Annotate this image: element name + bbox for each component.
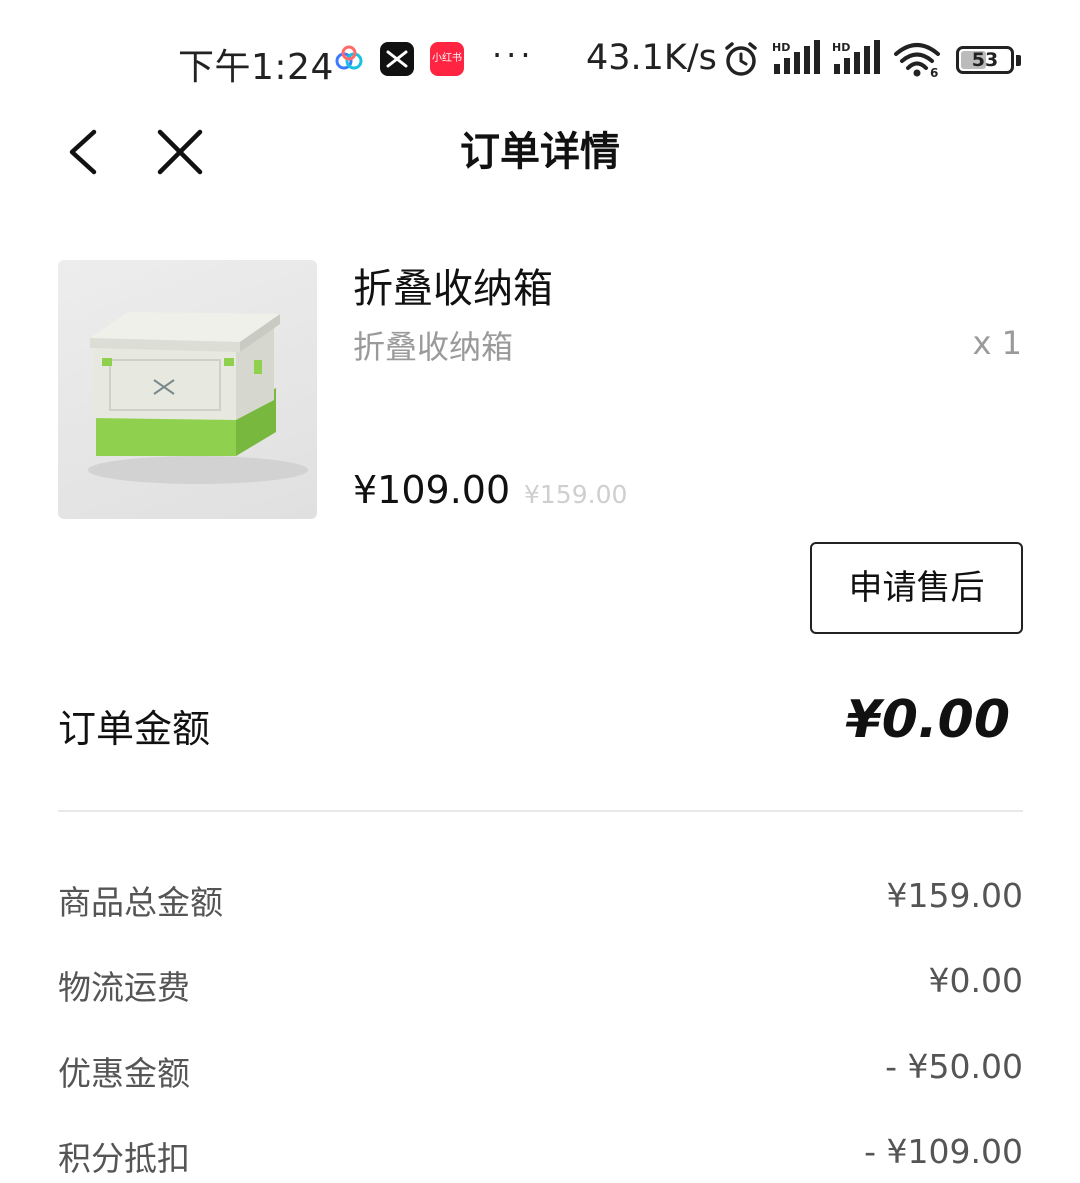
network-speed: 43.1K/s xyxy=(586,38,717,78)
x-app-icon xyxy=(380,42,414,76)
battery-level: 53 xyxy=(971,49,999,71)
product-quantity: x 1 xyxy=(972,324,1022,362)
order-detail-page: 下午1:24 小红书 ··· 43.1K/s HD HD 6 53 订单详情 折… xyxy=(0,0,1080,1183)
product-image[interactable] xyxy=(58,260,317,519)
breakdown-label: 商品总金额 xyxy=(58,883,223,922)
order-total-value: ¥0.00 xyxy=(845,690,1010,750)
breakdown-row-points: 积分抵扣 - ¥109.00 xyxy=(58,1132,1023,1180)
page-title: 订单详情 xyxy=(460,129,620,175)
alarm-icon xyxy=(722,40,760,82)
breakdown-value: - ¥109.00 xyxy=(864,1132,1023,1171)
folding-storage-box-image xyxy=(88,312,308,484)
hd-signal-icon: HD xyxy=(832,40,884,80)
more-notifications-icon: ··· xyxy=(492,36,535,74)
svg-text:HD: HD xyxy=(832,41,850,54)
breakdown-label: 优惠金额 xyxy=(58,1054,190,1093)
breakdown-row-discount: 优惠金额 - ¥50.00 xyxy=(58,1047,1023,1095)
breakdown-row-goods-total: 商品总金额 ¥159.00 xyxy=(58,876,1023,924)
hd-signal-icon: HD xyxy=(772,40,824,80)
divider xyxy=(58,810,1023,812)
breakdown-row-shipping: 物流运费 ¥0.00 xyxy=(58,961,1023,1009)
status-time: 下午1:24 xyxy=(178,47,334,88)
product-original-price: ¥159.00 xyxy=(524,480,628,509)
breakdown-value: ¥159.00 xyxy=(886,876,1023,915)
order-total-label: 订单金额 xyxy=(58,707,211,751)
product-name[interactable]: 折叠收纳箱 xyxy=(353,256,553,314)
product-price: ¥109.00 xyxy=(353,468,511,512)
baidu-netdisk-icon xyxy=(332,42,366,76)
breakdown-label: 物流运费 xyxy=(58,968,190,1007)
wifi-icon: 6 xyxy=(892,40,942,82)
svg-text:HD: HD xyxy=(772,41,790,54)
breakdown-value: ¥0.00 xyxy=(928,961,1023,1000)
apply-aftersale-button[interactable]: 申请售后 xyxy=(810,542,1023,634)
xiaohongshu-icon: 小红书 xyxy=(430,42,464,76)
svg-text:6: 6 xyxy=(930,66,938,78)
breakdown-label: 积分抵扣 xyxy=(58,1139,190,1178)
breakdown-value: - ¥50.00 xyxy=(885,1047,1023,1086)
product-spec: 折叠收纳箱 xyxy=(353,328,514,366)
status-bar: 下午1:24 小红书 ··· 43.1K/s HD HD 6 53 xyxy=(0,0,1080,120)
battery-icon: 53 xyxy=(956,46,1014,74)
battery-cap xyxy=(1016,55,1021,66)
